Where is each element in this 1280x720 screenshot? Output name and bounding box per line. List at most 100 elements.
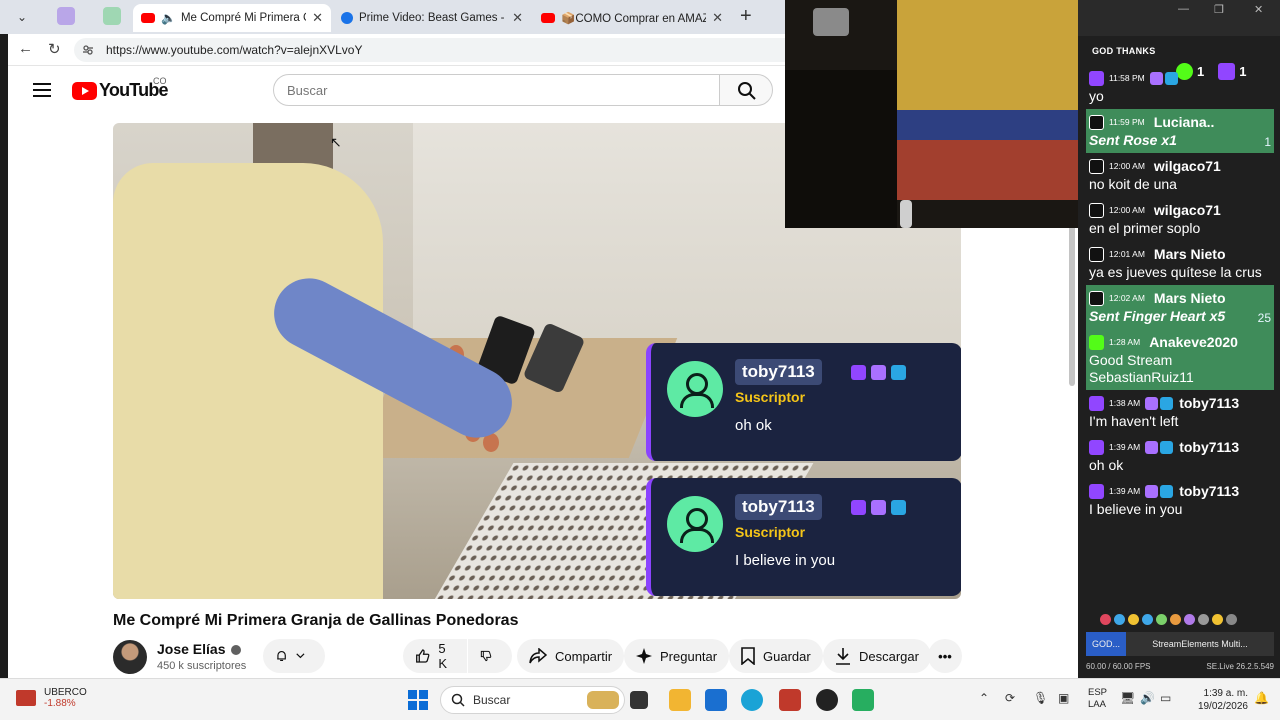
network-icon[interactable]: 🖥	[1120, 691, 1135, 705]
tray-overflow-icon[interactable]: ⌃	[979, 691, 989, 705]
gift-diamond-count: 1	[1264, 135, 1271, 149]
microphone-icon[interactable]: 🎙	[1033, 691, 1048, 705]
emote-bar[interactable]	[1086, 608, 1274, 630]
edge-icon[interactable]	[741, 689, 763, 711]
save-button[interactable]: Guardar	[729, 639, 823, 673]
chat-text: Good Stream SebastianRuiz11	[1089, 352, 1194, 385]
emote-icon[interactable]	[1128, 613, 1139, 625]
emote-icon[interactable]	[1100, 613, 1111, 625]
keyboard-layout: LAA	[1088, 699, 1106, 710]
flag-blue-stripe	[897, 110, 1078, 140]
youtube-play-icon	[72, 81, 97, 100]
chat-username[interactable]: toby7113	[1179, 395, 1239, 411]
chat-username[interactable]: wilgaco71	[1154, 202, 1221, 218]
badge-icon	[1160, 396, 1174, 410]
close-tab-icon[interactable]: ✕	[512, 10, 523, 26]
address-bar[interactable]: https://www.youtube.com/watch?v=alejnXVL…	[74, 38, 785, 62]
tab-prime-video[interactable]: Prime Video: Beast Games - Temp ✕	[333, 4, 531, 32]
sync-icon[interactable]: ⟳	[1005, 691, 1015, 705]
kick-icon	[1089, 334, 1104, 350]
maximize-icon[interactable]: ❐	[1214, 3, 1224, 16]
windows-logo-icon	[408, 690, 417, 699]
pinned-tab-2[interactable]	[103, 7, 121, 25]
ask-button[interactable]: Preguntar	[624, 639, 730, 673]
battery-icon[interactable]: ▭	[1160, 691, 1171, 705]
chevron-down-icon	[296, 653, 305, 659]
speaker-icon[interactable]: 🔈	[161, 11, 176, 25]
taskbar: UBERCO -1.88% Buscar ⌃ ⟳ 🎙 ▣ ESP LAA 🖥 🔊…	[0, 678, 1280, 720]
tab-streamelements[interactable]: StreamElements Multi...	[1126, 632, 1274, 656]
tab-youtube-video[interactable]: 🔈 Me Compré Mi Primera Granja ✕	[133, 4, 331, 32]
emote-icon[interactable]	[1114, 613, 1125, 625]
chat-username[interactable]: Anakeve2020	[1149, 334, 1238, 350]
channel-name-link[interactable]: Jose Elías	[157, 641, 241, 657]
close-tab-icon[interactable]: ✕	[312, 10, 323, 26]
chat-time: 1:39 AM	[1109, 486, 1141, 496]
browser-toolbar: ← ↻ https://www.youtube.com/watch?v=alej…	[0, 34, 785, 66]
notification-bell-icon[interactable]: 🔔	[1254, 691, 1269, 705]
download-button[interactable]: Descargar	[823, 639, 931, 673]
search-button[interactable]	[719, 74, 773, 106]
tab-god[interactable]: GOD...	[1086, 632, 1126, 656]
dislike-button[interactable]	[468, 639, 512, 673]
emote-icon[interactable]	[1170, 613, 1181, 625]
volume-icon[interactable]: 🔊	[1140, 691, 1155, 705]
close-tab-icon[interactable]: ✕	[712, 10, 723, 26]
share-button[interactable]: Compartir	[517, 639, 625, 673]
close-icon[interactable]: ✕	[1254, 3, 1263, 16]
chat-username[interactable]: wilgaco71	[1154, 158, 1221, 174]
chat-time: 1:39 AM	[1109, 442, 1141, 452]
notifications-button[interactable]	[263, 639, 325, 673]
emote-icon[interactable]	[1184, 613, 1195, 625]
obs-icon[interactable]	[816, 689, 838, 711]
flag-red-stripe	[897, 140, 1078, 200]
twitch-icon	[1089, 70, 1104, 86]
pinned-tab-1[interactable]	[57, 7, 75, 25]
thumbs-down-icon	[480, 650, 492, 662]
clock[interactable]: 1:39 a. m. 19/02/2026	[1180, 687, 1248, 713]
emote-icon[interactable]	[1198, 613, 1209, 625]
emote-icon[interactable]	[1226, 613, 1237, 625]
file-explorer-icon[interactable]	[669, 689, 691, 711]
task-view-icon[interactable]	[630, 691, 648, 709]
hamburger-menu-icon[interactable]	[33, 83, 51, 101]
display-icon[interactable]: ▣	[1058, 691, 1069, 705]
chat-message: 12:00 AM wilgaco71 no koit de una	[1086, 153, 1274, 197]
reload-button[interactable]: ↻	[48, 40, 61, 58]
webcam-feed	[785, 0, 1078, 228]
emote-icon[interactable]	[1156, 613, 1167, 625]
taskbar-search[interactable]: Buscar	[440, 686, 625, 714]
chat-message-header: 12:01 AM Mars Nieto	[1089, 244, 1271, 264]
chat-username[interactable]: toby7113	[1179, 439, 1239, 455]
input-language[interactable]: ESP LAA	[1088, 687, 1107, 711]
chat-username[interactable]: Mars Nieto	[1154, 246, 1226, 262]
chat-username[interactable]: Mars Nieto	[1154, 290, 1226, 306]
tab-search-dropdown[interactable]: ⌄	[10, 6, 34, 28]
stock-widget[interactable]: UBERCO -1.88%	[16, 687, 87, 709]
stock-chart-icon	[16, 690, 36, 706]
like-button[interactable]: 5 K	[403, 639, 467, 673]
tab-amazon-video[interactable]: 📦COMO Comprar en AMAZON ✕	[533, 4, 731, 32]
emote-icon[interactable]	[1212, 613, 1223, 625]
chat-username[interactable]: toby7113	[1179, 483, 1239, 499]
chat-text: en el primer soplo	[1089, 220, 1201, 236]
app-shield-icon[interactable]	[779, 689, 801, 711]
new-tab-button[interactable]: +	[740, 5, 752, 28]
chat-text: yo	[1089, 88, 1104, 104]
search-input[interactable]: Buscar	[273, 74, 721, 106]
chat-message-list[interactable]: 11:58 PM yo 11:59 PM Luciana.. Sent Rose x1 1…	[1086, 65, 1274, 605]
back-button[interactable]: ←	[18, 40, 33, 57]
bottle	[900, 200, 912, 228]
minimize-icon[interactable]: —	[1178, 3, 1189, 15]
chat-username[interactable]: Luciana..	[1154, 114, 1215, 130]
emote-icon[interactable]	[1142, 613, 1153, 625]
person	[113, 163, 383, 599]
channel-avatar[interactable]	[113, 640, 147, 674]
more-actions-button[interactable]: •••	[928, 639, 962, 673]
start-button[interactable]	[408, 690, 428, 710]
store-icon[interactable]	[705, 689, 727, 711]
chat-app-icon[interactable]	[852, 689, 874, 711]
site-info-icon[interactable]	[82, 44, 94, 56]
chat-message: 12:00 AM wilgaco71 en el primer soplo	[1086, 197, 1274, 241]
chat-message-header: 11:59 PM Luciana..	[1089, 112, 1271, 132]
